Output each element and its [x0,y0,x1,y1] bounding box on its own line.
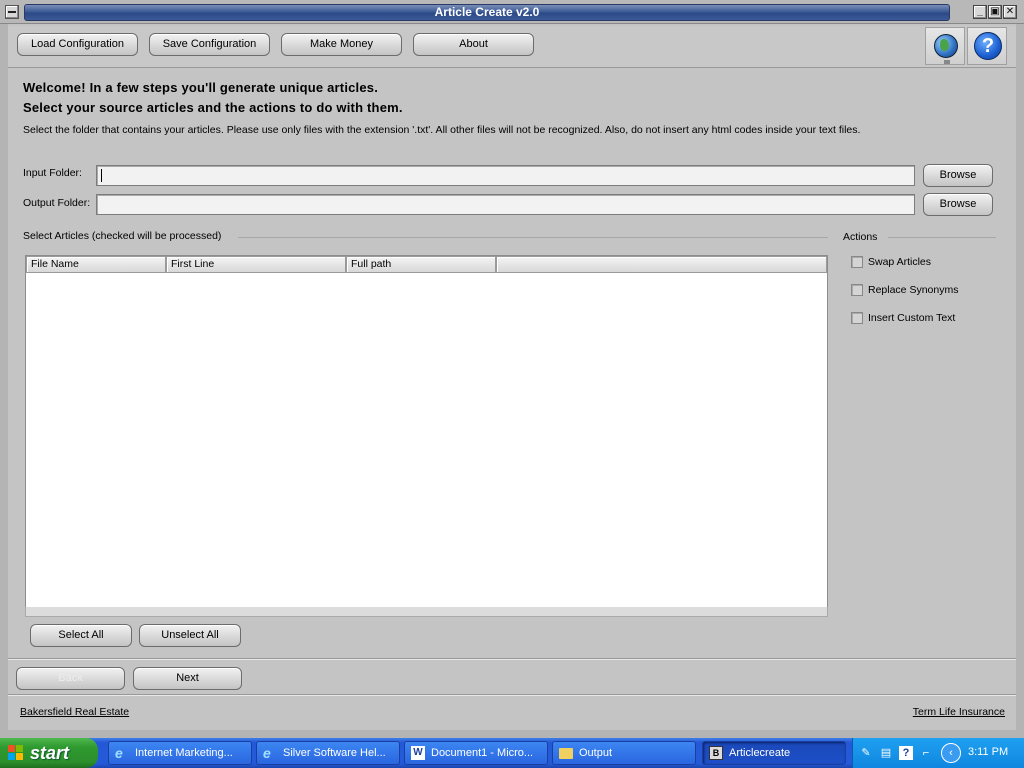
network-icon[interactable]: ▤ [879,746,893,760]
task-label: Silver Software Hel... [283,747,386,759]
make-money-button[interactable]: Make Money [281,33,402,56]
column-header-file-name[interactable]: File Name [26,256,166,273]
articles-table[interactable]: File Name First Line Full path [25,255,828,609]
column-header-full-path[interactable]: Full path [346,256,496,273]
column-header-empty[interactable] [496,256,827,273]
toolbar: Load Configuration Save Configuration Ma… [8,26,1016,68]
actions-label: Actions [843,231,878,243]
folder-icon [559,748,573,759]
table-scrollbar[interactable] [25,607,828,617]
swap-articles-checkbox[interactable] [851,256,863,268]
about-button[interactable]: About [413,33,534,56]
select-articles-divider [238,237,828,238]
welcome-subheading: Select your source articles and the acti… [23,100,403,115]
task-articlecreate[interactable]: B Articlecreate [702,741,846,765]
unselect-all-button[interactable]: Unselect All [139,624,241,647]
ie-icon: e [263,745,271,761]
task-document1[interactable]: W Document1 - Micro... [404,741,548,765]
task-silver-software[interactable]: e Silver Software Hel... [256,741,400,765]
actions-divider [888,237,996,238]
minimize-button[interactable]: _ [973,5,987,19]
insert-custom-text-label[interactable]: Insert Custom Text [868,311,955,325]
output-folder-field[interactable] [96,194,915,215]
link-row: Bakersfield Real Estate Term Life Insura… [8,694,1016,730]
task-internet-marketing[interactable]: e Internet Marketing... [108,741,252,765]
ie-icon: e [115,745,123,761]
word-icon: W [411,746,425,760]
help-tray-icon[interactable]: ? [899,746,913,760]
input-folder-field[interactable] [96,165,915,186]
instruction-text: Select the folder that contains your art… [23,124,861,136]
browse-output-button[interactable]: Browse [923,193,993,216]
windows-logo-icon [8,745,25,761]
replace-synonyms-checkbox[interactable] [851,284,863,296]
taskbar: start e Internet Marketing... e Silver S… [0,738,1024,768]
load-configuration-button[interactable]: Load Configuration [17,33,138,56]
back-button[interactable]: Back [16,667,125,690]
show-hidden-icons-button[interactable]: ‹ [941,743,961,763]
globe-icon [934,34,958,64]
window-frame-left [0,24,8,736]
table-header: File Name First Line Full path [26,256,827,273]
output-folder-label: Output Folder: [23,197,91,209]
system-menu-icon[interactable] [5,5,19,19]
browse-input-button[interactable]: Browse [923,164,993,187]
column-header-first-line[interactable]: First Line [166,256,346,273]
replace-synonyms-label[interactable]: Replace Synonyms [868,283,958,297]
term-life-insurance-link[interactable]: Term Life Insurance [913,706,1005,718]
window-frame-right [1016,24,1024,736]
help-button[interactable]: ? [967,27,1007,65]
window-frame-bottom [0,730,1024,738]
input-folder-label: Input Folder: [23,167,82,179]
select-articles-label: Select Articles (checked will be process… [23,230,222,242]
pen-icon[interactable]: ✎ [859,746,873,760]
select-all-button[interactable]: Select All [30,624,132,647]
maximize-button[interactable]: ▣ [988,5,1002,19]
window-title: Article Create v2.0 [434,5,540,19]
start-button[interactable]: start [0,738,98,768]
clock[interactable]: 3:11 PM [968,746,1008,758]
task-label: Output [579,747,613,759]
task-label: Articlecreate [729,747,791,759]
bakersfield-real-estate-link[interactable]: Bakersfield Real Estate [20,706,129,718]
help-icon: ? [974,32,1002,60]
title-bar[interactable]: Article Create v2.0 _ ▣ ✕ [0,0,1024,24]
globe-button[interactable] [925,27,965,65]
swap-articles-label[interactable]: Swap Articles [868,255,931,269]
next-button[interactable]: Next [133,667,242,690]
save-configuration-button[interactable]: Save Configuration [149,33,270,56]
task-label: Document1 - Micro... [431,747,534,759]
main-panel: Welcome! In a few steps you'll generate … [8,70,1016,658]
text-cursor [101,169,102,182]
app-icon: B [709,746,723,760]
system-tray: ✎ ▤ ? ⌐ ‹ 3:11 PM [852,738,1024,768]
task-output[interactable]: Output [552,741,696,765]
start-label: start [30,743,70,763]
navigation-row: Back Next [8,658,1016,694]
welcome-heading: Welcome! In a few steps you'll generate … [23,80,379,95]
task-label: Internet Marketing... [135,747,233,759]
volume-icon[interactable]: ⌐ [919,746,933,760]
close-button[interactable]: ✕ [1003,5,1017,19]
insert-custom-text-checkbox[interactable] [851,312,863,324]
